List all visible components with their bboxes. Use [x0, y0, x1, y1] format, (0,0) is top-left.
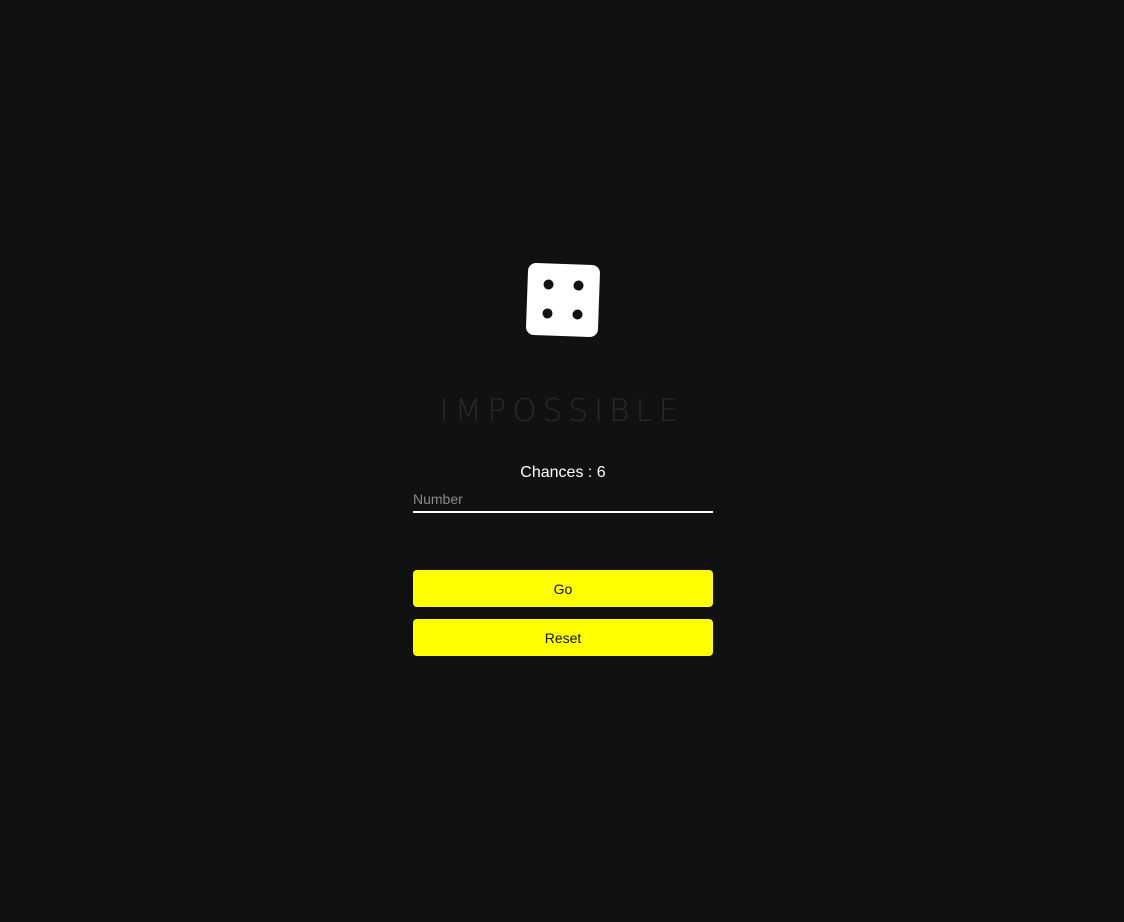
number-input[interactable] [413, 487, 713, 513]
dice-pip [543, 279, 554, 290]
reset-button[interactable]: Reset [413, 619, 713, 656]
dice-pip [542, 308, 553, 319]
go-button[interactable]: Go [413, 570, 713, 607]
chances-label: Chances : 6 [520, 464, 606, 481]
dice-pip [572, 309, 583, 320]
dice-four-icon [525, 262, 601, 338]
page-title: IMPOSSIBLE [439, 393, 685, 429]
dice-pip [573, 280, 584, 291]
game-page: IMPOSSIBLE Chances : 6 Go Reset [0, 0, 1124, 922]
